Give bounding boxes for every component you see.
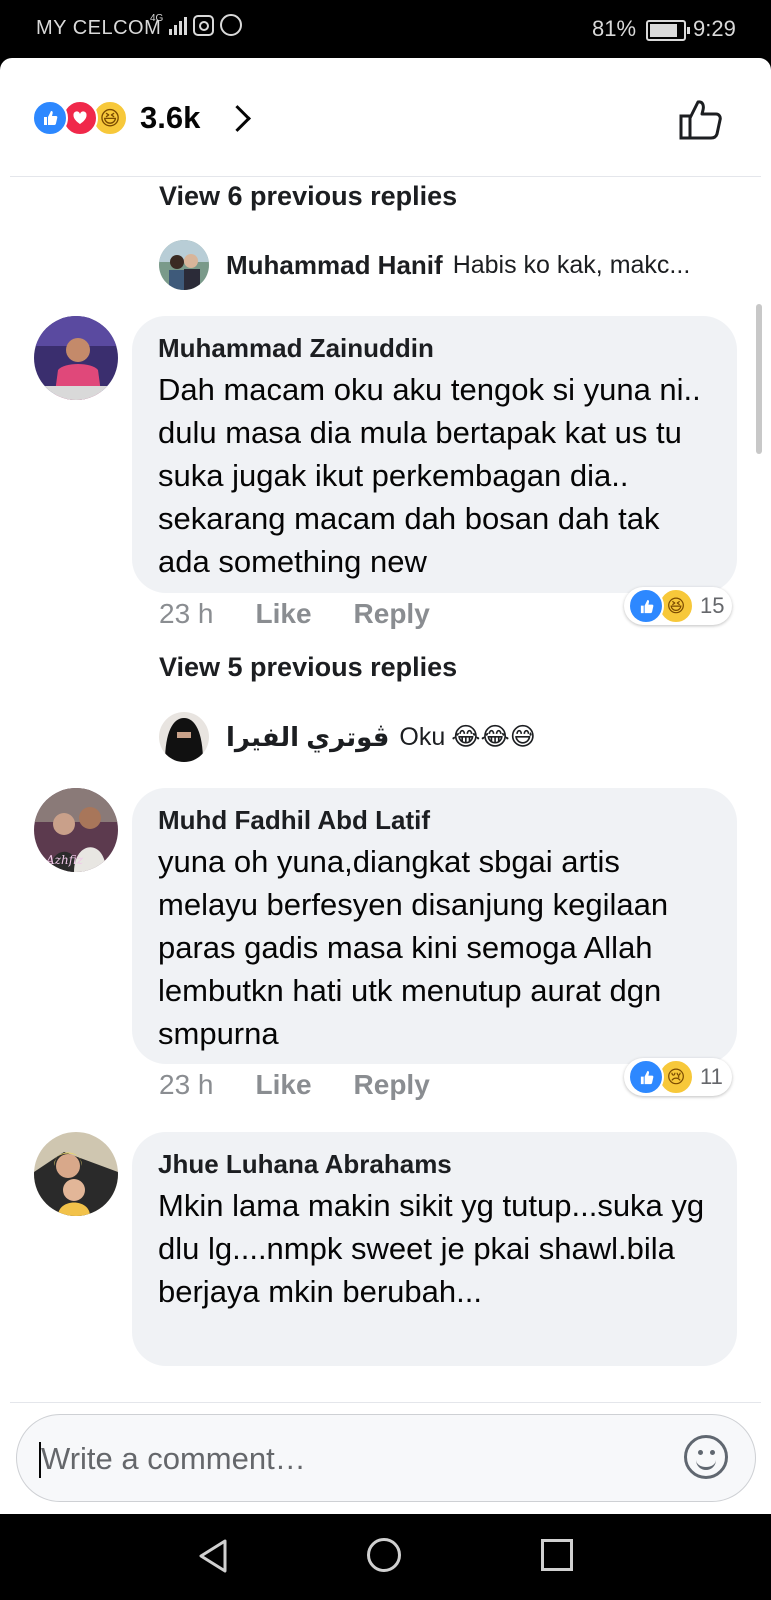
comment-input[interactable]: Write a comment…: [16, 1414, 756, 1502]
comment-author-name[interactable]: Muhd Fadhil Abd Latif: [158, 804, 711, 836]
chevron-right-icon: [224, 104, 252, 132]
header-divider: [10, 176, 761, 177]
view-previous-replies-link[interactable]: View 5 previous replies: [159, 652, 457, 683]
network-type: 4G: [150, 13, 164, 24]
comment-text: Mkin lama makin sikit yg tutup...suka yg…: [158, 1188, 705, 1309]
thumbs-up-outline-icon[interactable]: [678, 96, 724, 142]
home-icon[interactable]: [367, 1538, 401, 1572]
comment-time: 23 h: [159, 1069, 214, 1100]
reaction-count: 11: [700, 1064, 723, 1089]
composer-divider: [10, 1402, 761, 1403]
recents-icon[interactable]: [541, 1539, 573, 1571]
reply-preview[interactable]: Muhammad Hanif Habis ko kak, makc...: [159, 240, 690, 290]
whatsapp-icon: [220, 14, 243, 36]
comment-text: yuna oh yuna,diangkat sbgai artis melayu…: [158, 844, 669, 1051]
avatar[interactable]: [34, 1132, 118, 1216]
battery-percent: 81%: [592, 16, 637, 41]
status-bar: MY CELCOM 4G 81% 9:29: [0, 0, 771, 58]
like-button[interactable]: Like: [256, 1069, 312, 1101]
comment-text: Dah macam oku aku tengok si yuna ni.. du…: [158, 372, 701, 579]
reply-button[interactable]: Reply: [354, 598, 430, 630]
comment-bubble: Muhd Fadhil Abd Latif yuna oh yuna,diang…: [132, 788, 737, 1064]
avatar[interactable]: [159, 240, 209, 290]
comment-reactions[interactable]: 😆 15: [624, 587, 732, 625]
reactions-header: 😆 3.6k: [0, 58, 771, 178]
like-reaction-icon: [32, 100, 68, 136]
comments-sheet: 😆 3.6k View 6 previous replies Muhammad …: [0, 58, 771, 1514]
avatar[interactable]: [159, 712, 209, 762]
view-previous-replies-link[interactable]: View 6 previous replies: [159, 181, 457, 212]
like-reaction-icon: [628, 1059, 664, 1095]
comment-actions: 23 h Like Reply: [159, 1069, 430, 1101]
scrollbar[interactable]: [756, 304, 762, 454]
avatar[interactable]: [34, 316, 118, 400]
reply-author-name[interactable]: Muhammad Hanif: [226, 250, 443, 281]
status-icons: 4G: [150, 13, 243, 36]
carrier-label: MY CELCOM: [36, 17, 162, 39]
reply-preview[interactable]: ڤوتري الفيرا Oku 😂😂😅: [159, 712, 536, 762]
reply-emoji: 😂😂😅: [451, 723, 536, 751]
battery-icon: [646, 20, 690, 41]
instagram-icon: [193, 14, 215, 36]
comment-actions: 23 h Like Reply: [159, 598, 430, 630]
reply-text: Oku: [399, 722, 446, 751]
like-button[interactable]: Like: [256, 598, 312, 630]
reply-author-name[interactable]: ڤوتري الفيرا: [226, 722, 389, 753]
reaction-count: 15: [700, 593, 725, 618]
comment-bubble: Jhue Luhana Abrahams Mkin lama makin sik…: [132, 1132, 737, 1366]
comment-author-name[interactable]: Muhammad Zainuddin: [158, 332, 711, 364]
avatar[interactable]: Azhfiz: [34, 788, 118, 872]
reply-text: Habis ko kak, makc...: [452, 250, 691, 279]
comment-author-name[interactable]: Jhue Luhana Abrahams: [158, 1148, 711, 1180]
reactions-summary[interactable]: 😆 3.6k: [32, 100, 252, 136]
comment-reactions[interactable]: 😢 11: [624, 1058, 732, 1096]
status-time: 9:29: [693, 16, 736, 41]
comment-input-placeholder: Write a comment…: [41, 1441, 306, 1476]
svg-text:Azhfiz: Azhfiz: [45, 853, 84, 867]
android-nav-bar: [0, 1514, 771, 1600]
reaction-count: 3.6k: [140, 100, 201, 135]
like-reaction-icon: [628, 588, 664, 624]
emoji-smile-icon[interactable]: [684, 1435, 728, 1479]
reply-button[interactable]: Reply: [354, 1069, 430, 1101]
signal-icon: [169, 15, 188, 35]
comment-bubble: Muhammad Zainuddin Dah macam oku aku ten…: [132, 316, 737, 593]
back-icon[interactable]: [197, 1538, 229, 1574]
comment-time: 23 h: [159, 598, 214, 629]
